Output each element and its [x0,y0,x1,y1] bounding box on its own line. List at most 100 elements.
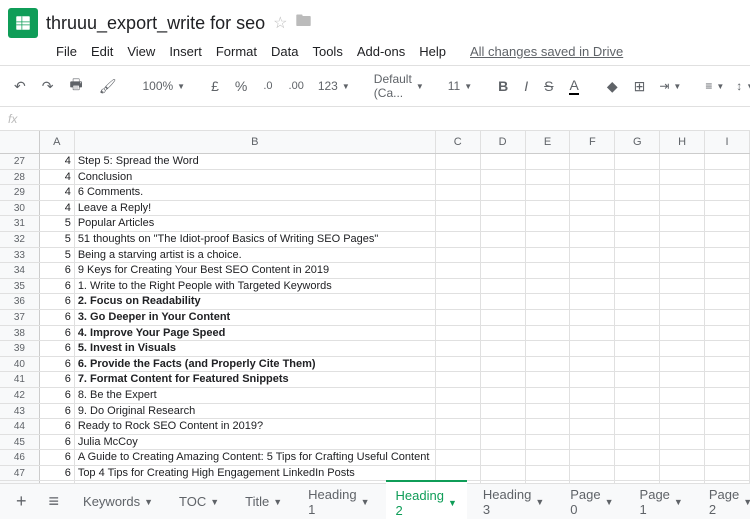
row-header[interactable]: 39 [0,341,40,356]
cell[interactable]: Being a starving artist is a choice. [75,248,436,263]
cell[interactable] [481,201,526,216]
cell[interactable] [615,326,660,341]
cell[interactable] [705,419,750,434]
cell[interactable] [660,279,705,294]
cell[interactable] [705,404,750,419]
cell[interactable] [615,372,660,387]
cell[interactable] [705,310,750,325]
cell[interactable]: 9. Do Original Research [75,404,436,419]
cell[interactable] [481,404,526,419]
cell[interactable] [481,388,526,403]
cell[interactable]: 8. Be the Expert [75,388,436,403]
menu-view[interactable]: View [127,44,155,59]
cell[interactable] [481,341,526,356]
row-header[interactable]: 45 [0,435,40,450]
italic-button[interactable]: I [518,74,534,98]
cell[interactable] [615,279,660,294]
cell[interactable] [660,248,705,263]
cell[interactable] [615,263,660,278]
cell[interactable] [660,341,705,356]
cell[interactable] [705,154,750,169]
cell[interactable]: 6 [40,279,75,294]
sheets-logo-icon[interactable] [8,8,38,38]
cell[interactable] [570,341,615,356]
increase-decimal-button[interactable]: .00 [283,76,310,96]
star-icon[interactable]: ☆ [273,13,287,33]
cell[interactable] [481,185,526,200]
row-header[interactable]: 41 [0,372,40,387]
cell[interactable] [660,154,705,169]
cell[interactable] [615,341,660,356]
spreadsheet-grid[interactable]: A B C D E F G H I 274Step 5: Spread the … [0,131,750,515]
row-header[interactable]: 31 [0,216,40,231]
cell[interactable] [705,326,750,341]
cell[interactable] [570,450,615,465]
cell[interactable] [615,466,660,481]
row-header[interactable]: 44 [0,419,40,434]
cell[interactable] [615,201,660,216]
cell[interactable]: Conclusion [75,170,436,185]
cell[interactable] [526,388,571,403]
cell[interactable] [615,419,660,434]
cell[interactable] [481,466,526,481]
cell[interactable] [436,450,481,465]
cell[interactable]: 6 [40,372,75,387]
menu-tools[interactable]: Tools [312,44,342,59]
table-row[interactable]: 3763. Go Deeper in Your Content [0,310,750,326]
cell[interactable] [660,357,705,372]
cell[interactable] [481,170,526,185]
row-header[interactable]: 27 [0,154,40,169]
row-header[interactable]: 36 [0,294,40,309]
cell[interactable] [570,201,615,216]
cell[interactable] [615,435,660,450]
cell[interactable] [615,404,660,419]
bold-button[interactable]: B [492,74,514,98]
cell[interactable] [705,201,750,216]
cell[interactable] [570,232,615,247]
cell[interactable]: A Guide to Creating Amazing Content: 5 T… [75,450,436,465]
table-row[interactable]: 4268. Be the Expert [0,388,750,404]
cell[interactable] [660,263,705,278]
cell[interactable] [660,404,705,419]
col-header-C[interactable]: C [436,131,481,153]
cell[interactable] [526,310,571,325]
col-header-G[interactable]: G [615,131,660,153]
format-percent-button[interactable]: % [229,74,253,98]
cell[interactable] [570,435,615,450]
cell[interactable] [436,185,481,200]
tab-keywords[interactable]: Keywords▼ [73,488,163,515]
cell[interactable] [705,435,750,450]
cell[interactable]: 51 thoughts on "The Idiot-proof Basics o… [75,232,436,247]
table-row[interactable]: 284Conclusion [0,170,750,186]
cell[interactable]: 6 [40,326,75,341]
col-header-D[interactable]: D [481,131,526,153]
cell[interactable] [526,404,571,419]
table-row[interactable]: 446Ready to Rock SEO Content in 2019? [0,419,750,435]
row-header[interactable]: 32 [0,232,40,247]
cell[interactable] [481,357,526,372]
cell[interactable] [526,263,571,278]
cell[interactable] [705,279,750,294]
cell[interactable] [570,357,615,372]
fill-color-icon[interactable]: ◆ [601,74,624,99]
cell[interactable] [436,419,481,434]
h-align-dropdown[interactable]: ≡▼ [701,77,728,95]
cell[interactable] [526,232,571,247]
decrease-decimal-button[interactable]: .0 [257,76,278,96]
cell[interactable] [615,450,660,465]
menu-addons[interactable]: Add-ons [357,44,405,59]
cell[interactable] [660,419,705,434]
cell[interactable] [481,326,526,341]
cell[interactable] [615,388,660,403]
print-icon[interactable]: 🖶 [63,70,88,102]
cell[interactable] [660,450,705,465]
cell[interactable] [705,357,750,372]
cell[interactable] [436,357,481,372]
cell[interactable] [570,404,615,419]
cell[interactable] [660,185,705,200]
cell[interactable] [660,216,705,231]
row-header[interactable]: 47 [0,466,40,481]
cell[interactable] [570,326,615,341]
cell[interactable]: 9 Keys for Creating Your Best SEO Conten… [75,263,436,278]
cell[interactable]: 6 [40,450,75,465]
